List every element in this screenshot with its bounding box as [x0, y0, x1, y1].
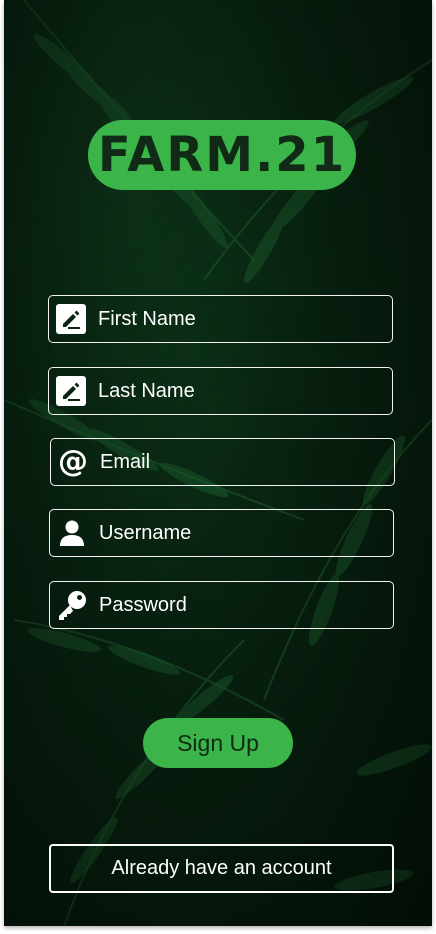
svg-text:@: @	[58, 446, 88, 478]
last-name-field[interactable]	[48, 367, 393, 415]
password-field[interactable]	[49, 581, 394, 629]
key-icon	[56, 589, 88, 621]
farm21-logo: FARM.21	[88, 120, 356, 190]
password-input[interactable]	[88, 581, 393, 629]
first-name-input[interactable]	[87, 295, 392, 343]
email-input[interactable]	[89, 438, 394, 486]
edit-square-icon	[55, 375, 87, 407]
sign-up-button[interactable]: Sign Up	[143, 718, 293, 768]
last-name-input[interactable]	[87, 367, 392, 415]
signup-screen: FARM.21 @	[4, 0, 432, 926]
edit-square-icon	[55, 303, 87, 335]
username-input[interactable]	[88, 509, 393, 557]
username-field[interactable]	[49, 509, 394, 557]
user-icon	[56, 517, 88, 549]
first-name-field[interactable]	[48, 295, 393, 343]
already-have-account-button[interactable]: Already have an account	[49, 844, 394, 893]
at-sign-icon: @	[57, 446, 89, 478]
email-field[interactable]: @	[50, 438, 395, 486]
logo-text: FARM.21	[97, 127, 347, 183]
